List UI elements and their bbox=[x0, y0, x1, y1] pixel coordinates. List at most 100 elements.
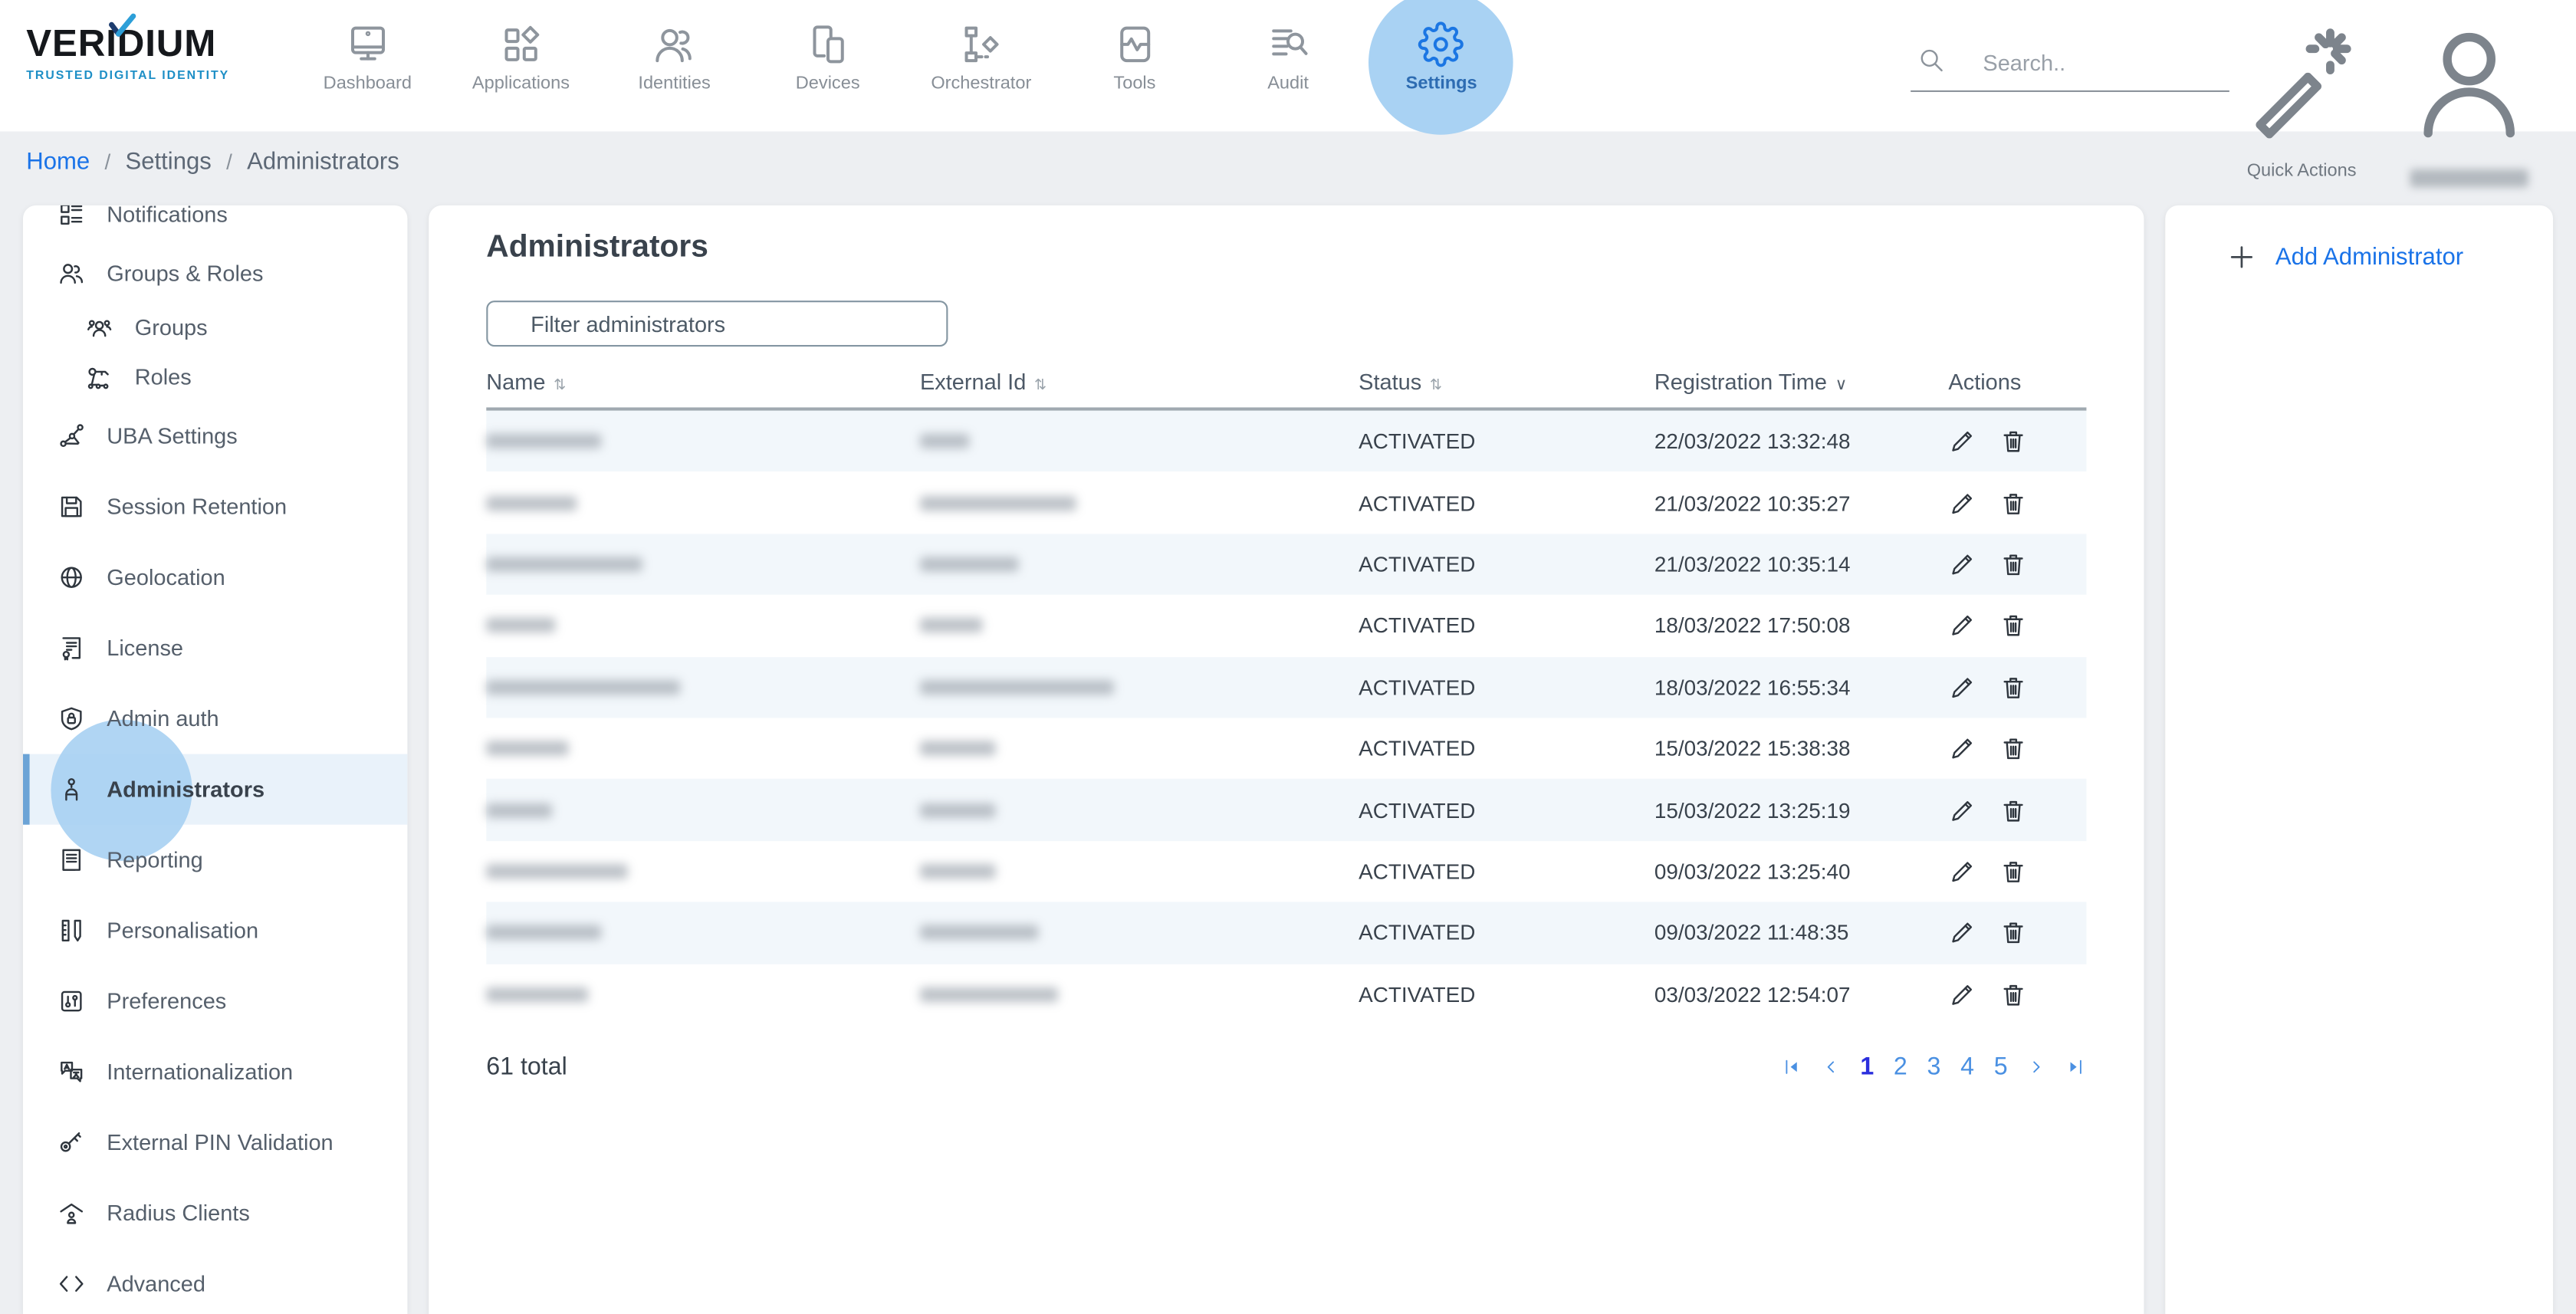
redacted-name bbox=[486, 434, 601, 448]
table-row[interactable]: ACTIVATED09/03/2022 13:25:40 bbox=[486, 841, 2086, 902]
page-number-4[interactable]: 4 bbox=[1960, 1053, 1974, 1080]
sidebar-item-internationalization[interactable]: Internationalization bbox=[23, 1036, 407, 1107]
edit-administrator-button[interactable] bbox=[1948, 981, 1976, 1008]
nav-item-devices[interactable]: Devices bbox=[751, 0, 905, 131]
table-row[interactable]: ACTIVATED15/03/2022 13:25:19 bbox=[486, 779, 2086, 840]
edit-administrator-button[interactable] bbox=[1948, 673, 1976, 701]
edit-administrator-button[interactable] bbox=[1948, 550, 1976, 578]
page-numbers: 12345 bbox=[1860, 1053, 2007, 1080]
column-header-registration-time[interactable]: Registration Time∨ bbox=[1654, 370, 1949, 394]
nav-item-tools[interactable]: Tools bbox=[1058, 0, 1211, 131]
table-header: Name⇅ External Id⇅ Status⇅ Registration … bbox=[486, 370, 2086, 411]
page-title: Administrators bbox=[486, 228, 2086, 268]
page-number-5[interactable]: 5 bbox=[1994, 1053, 2008, 1080]
page-number-3[interactable]: 3 bbox=[1927, 1053, 1941, 1080]
delete-administrator-button[interactable] bbox=[1999, 734, 2027, 762]
delete-administrator-button[interactable] bbox=[1999, 612, 2027, 639]
page-number-2[interactable]: 2 bbox=[1894, 1053, 1907, 1080]
nav-item-label: Devices bbox=[796, 74, 860, 94]
delete-administrator-button[interactable] bbox=[1999, 857, 2027, 885]
sidebar-item-uba-settings[interactable]: UBA Settings bbox=[23, 401, 407, 471]
nav-item-label: Tools bbox=[1113, 74, 1155, 94]
column-header-name[interactable]: Name⇅ bbox=[486, 370, 920, 394]
sidebar-item-groups[interactable]: Groups bbox=[23, 302, 407, 351]
table-row[interactable]: ACTIVATED22/03/2022 13:32:48 bbox=[486, 411, 2086, 472]
last-page-button[interactable] bbox=[2065, 1056, 2087, 1078]
veridium-logo[interactable]: VERIDIUM TRUSTED DIGITAL IDENTITY bbox=[26, 25, 243, 82]
table-row[interactable]: ACTIVATED15/03/2022 15:38:38 bbox=[486, 718, 2086, 779]
edit-administrator-button[interactable] bbox=[1948, 919, 1976, 947]
previous-page-button[interactable] bbox=[1821, 1056, 1842, 1078]
delete-administrator-button[interactable] bbox=[1999, 489, 2027, 517]
sidebar-item-external-pin-validation[interactable]: External PIN Validation bbox=[23, 1107, 407, 1178]
table-row[interactable]: ACTIVATED18/03/2022 16:55:34 bbox=[486, 656, 2086, 718]
edit-administrator-button[interactable] bbox=[1948, 857, 1976, 885]
column-header-external-id[interactable]: External Id⇅ bbox=[920, 370, 1359, 394]
table-row[interactable]: ACTIVATED21/03/2022 10:35:14 bbox=[486, 534, 2086, 595]
gear-icon bbox=[1418, 21, 1464, 67]
veridium-admin-console: VERIDIUM TRUSTED DIGITAL IDENTITY Dashbo… bbox=[0, 0, 2576, 1314]
sidebar-item-radius-clients[interactable]: Radius Clients bbox=[23, 1178, 407, 1248]
edit-administrator-button[interactable] bbox=[1948, 489, 1976, 517]
search-input[interactable] bbox=[1911, 36, 2229, 92]
delete-administrator-button[interactable] bbox=[1999, 428, 2027, 455]
registration-time-value: 03/03/2022 12:54:07 bbox=[1654, 982, 1949, 1007]
table-row[interactable]: ACTIVATED18/03/2022 17:50:08 bbox=[486, 595, 2086, 656]
delete-administrator-button[interactable] bbox=[1999, 796, 2027, 823]
groups-icon bbox=[85, 313, 113, 340]
table-row[interactable]: ACTIVATED03/03/2022 12:54:07 bbox=[486, 964, 2086, 1025]
redacted-name bbox=[486, 618, 555, 632]
breadcrumb-home[interactable]: Home bbox=[26, 149, 90, 175]
sidebar-item-label: License bbox=[107, 636, 183, 660]
breadcrumb-settings[interactable]: Settings bbox=[126, 149, 212, 175]
radius-clients-icon bbox=[58, 1199, 85, 1227]
advanced-icon bbox=[58, 1270, 85, 1297]
first-page-button[interactable] bbox=[1781, 1056, 1802, 1078]
add-administrator-button[interactable]: Add Administrator bbox=[2226, 241, 2553, 273]
redacted-name bbox=[486, 925, 601, 940]
sidebar-item-notifications[interactable]: Notifications bbox=[23, 205, 407, 243]
page-number-1[interactable]: 1 bbox=[1860, 1053, 1874, 1080]
sidebar-item-administrators[interactable]: Administrators bbox=[23, 754, 407, 825]
table-row[interactable]: ACTIVATED09/03/2022 11:48:35 bbox=[486, 902, 2086, 964]
nav-item-dashboard[interactable]: Dashboard bbox=[291, 0, 444, 131]
sidebar-item-license[interactable]: License bbox=[23, 613, 407, 683]
sidebar-item-groups-roles[interactable]: Groups & Roles bbox=[23, 243, 407, 302]
delete-administrator-button[interactable] bbox=[1999, 981, 2027, 1008]
user-menu[interactable] bbox=[2404, 18, 2535, 188]
edit-administrator-button[interactable] bbox=[1948, 612, 1976, 639]
delete-administrator-button[interactable] bbox=[1999, 550, 2027, 578]
sidebar-item-preferences[interactable]: Preferences bbox=[23, 966, 407, 1036]
sidebar-item-label: Internationalization bbox=[107, 1059, 293, 1084]
redacted-external-id bbox=[920, 434, 969, 448]
sidebar-item-advanced[interactable]: Advanced bbox=[23, 1249, 407, 1314]
magic-wand-icon bbox=[2239, 123, 2364, 151]
plus-icon bbox=[2226, 241, 2258, 273]
delete-administrator-button[interactable] bbox=[1999, 919, 2027, 947]
delete-administrator-button[interactable] bbox=[1999, 673, 2027, 701]
edit-administrator-button[interactable] bbox=[1948, 734, 1976, 762]
sidebar-item-session-retention[interactable]: Session Retention bbox=[23, 471, 407, 542]
next-page-button[interactable] bbox=[2026, 1056, 2047, 1078]
nav-item-identities[interactable]: Identities bbox=[598, 0, 751, 131]
sidebar-item-label: Session Retention bbox=[107, 494, 287, 519]
nav-item-audit[interactable]: Audit bbox=[1211, 0, 1365, 131]
filter-administrators-input[interactable] bbox=[486, 301, 948, 347]
sidebar-item-personalisation[interactable]: Personalisation bbox=[23, 895, 407, 966]
quick-actions-button[interactable]: Quick Actions bbox=[2239, 20, 2364, 181]
nav-item-applications[interactable]: Applications bbox=[444, 0, 597, 131]
column-header-status[interactable]: Status⇅ bbox=[1359, 370, 1654, 394]
sidebar-item-geolocation[interactable]: Geolocation bbox=[23, 542, 407, 613]
edit-administrator-button[interactable] bbox=[1948, 428, 1976, 455]
status-value: ACTIVATED bbox=[1359, 797, 1654, 822]
sidebar-item-roles[interactable]: Roles bbox=[23, 352, 407, 401]
registration-time-value: 21/03/2022 10:35:27 bbox=[1654, 491, 1949, 515]
settings-sidebar: NotificationsGroups & RolesGroupsRolesUB… bbox=[23, 205, 407, 1314]
sidebar-item-label: Advanced bbox=[107, 1272, 205, 1296]
nav-item-orchestrator[interactable]: Orchestrator bbox=[905, 0, 1058, 131]
status-value: ACTIVATED bbox=[1359, 859, 1654, 884]
table-row[interactable]: ACTIVATED21/03/2022 10:35:27 bbox=[486, 472, 2086, 534]
sidebar-item-label: Geolocation bbox=[107, 565, 225, 590]
edit-administrator-button[interactable] bbox=[1948, 796, 1976, 823]
nav-item-settings[interactable]: Settings bbox=[1365, 0, 1518, 131]
